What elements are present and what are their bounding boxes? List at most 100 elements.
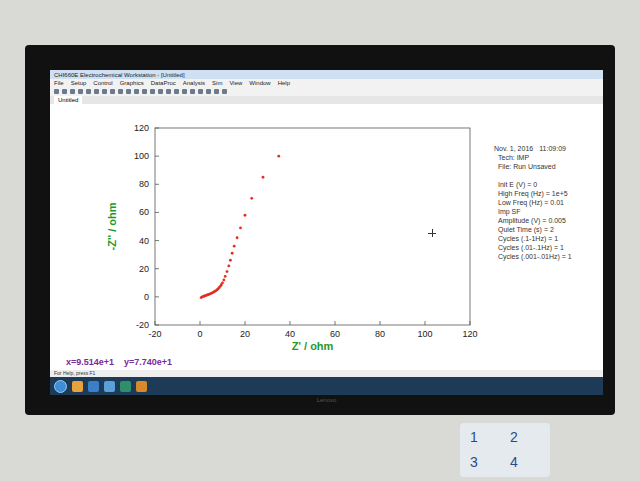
toolbar-button-icon[interactable]: [78, 89, 83, 94]
taskbar-app-icon[interactable]: [104, 381, 115, 392]
y-tick: 60: [139, 207, 149, 217]
data-point: [224, 275, 227, 278]
toolbar-button-icon[interactable]: [62, 89, 67, 94]
cursor-readout: x=9.514e+1y=7.740e+1: [50, 356, 603, 370]
data-point: [262, 176, 265, 179]
menu-item[interactable]: File: [54, 80, 64, 86]
y-axis-label: -Z'' / ohm: [106, 202, 118, 250]
toolbar-button-icon[interactable]: [70, 89, 75, 94]
data-point: [277, 155, 280, 158]
x-tick: 100: [417, 329, 432, 339]
document-tab[interactable]: Untitled: [54, 96, 82, 104]
x-tick: 0: [197, 329, 202, 339]
toolbar-button-icon[interactable]: [54, 89, 59, 94]
toolbar-button-icon[interactable]: [198, 89, 203, 94]
menu-item[interactable]: Help: [278, 80, 290, 86]
desk-label: 3: [470, 452, 500, 473]
taskbar-app-icon[interactable]: [120, 381, 131, 392]
tab-strip: Untitled: [50, 96, 603, 104]
desk-label: 2: [510, 427, 540, 448]
info-line: Tech: IMP: [494, 153, 572, 162]
toolbar-button-icon[interactable]: [206, 89, 211, 94]
toolbar-button-icon[interactable]: [102, 89, 107, 94]
data-point: [244, 214, 247, 217]
y-tick: 0: [144, 292, 149, 302]
plot-area: -20020406080100120120100806040200-20-Z''…: [50, 104, 603, 356]
toolbar-button-icon[interactable]: [110, 89, 115, 94]
nyquist-chart: -20020406080100120120100806040200-20-Z''…: [50, 104, 490, 356]
toolbar-button-icon[interactable]: [214, 89, 219, 94]
data-point: [231, 252, 234, 255]
status-bar: For Help, press F1: [50, 370, 603, 377]
info-line: Imp SF: [494, 207, 572, 216]
desk: 1234: [0, 415, 640, 481]
y-tick: 80: [139, 179, 149, 189]
x-tick: 80: [375, 329, 385, 339]
menu-item[interactable]: DataProc: [151, 80, 176, 86]
y-tick: 100: [134, 151, 149, 161]
start-button-icon[interactable]: [54, 380, 67, 393]
info-line: Init E (V) = 0: [494, 180, 572, 189]
taskbar-app-icon[interactable]: [136, 381, 147, 392]
data-point: [226, 270, 229, 273]
info-line: File: Run Unsaved: [494, 162, 572, 171]
desk-label: 1: [470, 427, 500, 448]
info-datetime: Nov. 1, 201611:09:09: [494, 144, 572, 153]
data-point: [236, 236, 239, 239]
info-line: Low Freq (Hz) = 0.01: [494, 198, 572, 207]
toolbar-button-icon[interactable]: [134, 89, 139, 94]
monitor: CHI660E Electrochemical Workstation - [U…: [25, 45, 615, 415]
crosshair-icon: [428, 229, 436, 237]
toolbar-button-icon[interactable]: [94, 89, 99, 94]
info-line: Amplitude (V) = 0.005: [494, 216, 572, 225]
x-tick: -20: [148, 329, 161, 339]
data-point: [233, 245, 236, 248]
toolbar-button-icon[interactable]: [150, 89, 155, 94]
data-point: [250, 197, 253, 200]
y-tick: 120: [134, 123, 149, 133]
info-line: Quiet Time (s) = 2: [494, 225, 572, 234]
x-tick: 40: [285, 329, 295, 339]
x-tick: 60: [330, 329, 340, 339]
photo: CHI660E Electrochemical Workstation - [U…: [0, 0, 640, 481]
menu-bar: File Setup Control Graphics DataProc Analysis…: [50, 79, 603, 87]
info-line: Cycles (.001-.01Hz) = 1: [494, 252, 572, 261]
x-axis-label: Z' / ohm: [292, 340, 334, 352]
x-tick: 20: [240, 329, 250, 339]
toolbar-button-icon[interactable]: [142, 89, 147, 94]
toolbar-button-icon[interactable]: [126, 89, 131, 94]
info-line: Cycles (.1-1Hz) = 1: [494, 234, 572, 243]
taskbar-app-icon[interactable]: [72, 381, 83, 392]
y-tick: -20: [136, 320, 149, 330]
data-point: [221, 281, 224, 284]
menu-item[interactable]: Window: [249, 80, 270, 86]
taskbar-app-icon[interactable]: [88, 381, 99, 392]
sample-box: 1234: [460, 423, 550, 477]
taskbar: [50, 377, 603, 395]
info-line: High Freq (Hz) = 1e+5: [494, 189, 572, 198]
toolbar-button-icon[interactable]: [158, 89, 163, 94]
toolbar-button-icon[interactable]: [166, 89, 171, 94]
menu-item[interactable]: Control: [93, 80, 112, 86]
info-line: Cycles (.01-.1Hz) = 1: [494, 243, 572, 252]
data-point: [222, 279, 225, 282]
monitor-brand: Lenovo: [317, 397, 337, 403]
y-tick: 20: [139, 264, 149, 274]
menu-item[interactable]: Graphics: [120, 80, 144, 86]
toolbar-button-icon[interactable]: [86, 89, 91, 94]
toolbar-button-icon[interactable]: [190, 89, 195, 94]
toolbar-button-icon[interactable]: [118, 89, 123, 94]
y-tick: 40: [139, 236, 149, 246]
data-point: [229, 259, 232, 262]
data-point: [227, 265, 230, 268]
toolbar-button-icon[interactable]: [222, 89, 227, 94]
toolbar-button-icon[interactable]: [182, 89, 187, 94]
menu-item[interactable]: View: [229, 80, 242, 86]
menu-item[interactable]: Analysis: [183, 80, 205, 86]
toolbar: [50, 87, 603, 96]
menu-item[interactable]: Sim: [212, 80, 222, 86]
toolbar-button-icon[interactable]: [174, 89, 179, 94]
screen: CHI660E Electrochemical Workstation - [U…: [50, 70, 603, 395]
menu-item[interactable]: Setup: [71, 80, 87, 86]
